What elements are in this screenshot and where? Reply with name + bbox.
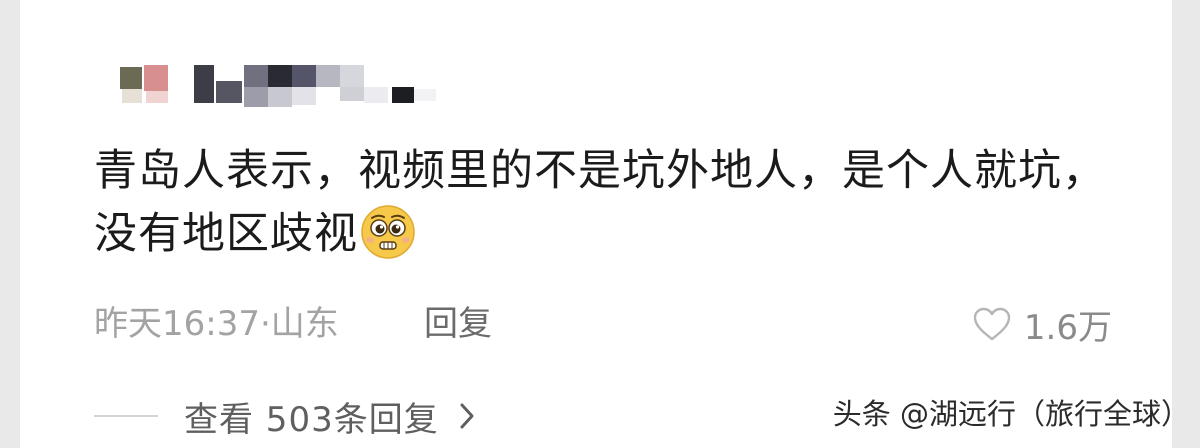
chevron-right-icon xyxy=(460,403,474,429)
comment-line-1: 青岛人表示，视频里的不是坑外地人，是个人就坑， xyxy=(94,146,1106,196)
like-count: 1.6万 xyxy=(1023,307,1112,348)
comment-card: 青岛人表示，视频里的不是坑外地人，是个人就坑， 没有地区歧视 昨天16:37·山… xyxy=(20,0,1172,448)
pleading-face-emoji xyxy=(361,204,415,259)
comment-body: 青岛人表示，视频里的不是坑外地人，是个人就坑， 没有地区歧视 xyxy=(94,140,1154,266)
redacted-username xyxy=(116,63,446,111)
view-replies-button[interactable]: 查看 503条回复 xyxy=(94,392,477,440)
comment-line-2-text: 没有地区歧视 xyxy=(94,209,358,259)
reply-button[interactable]: 回复 xyxy=(424,300,492,348)
watermark: 头条 @湖远行（旅行全球） xyxy=(832,397,1191,431)
view-replies-label: 查看 503条回复 xyxy=(184,399,439,440)
comment-timestamp: 昨天16:37·山东 xyxy=(94,304,339,344)
divider-line xyxy=(94,415,158,417)
like-button[interactable]: 1.6万 xyxy=(972,300,1112,348)
heart-icon xyxy=(973,307,1011,341)
comment-line-2: 没有地区歧视 xyxy=(94,203,1154,266)
